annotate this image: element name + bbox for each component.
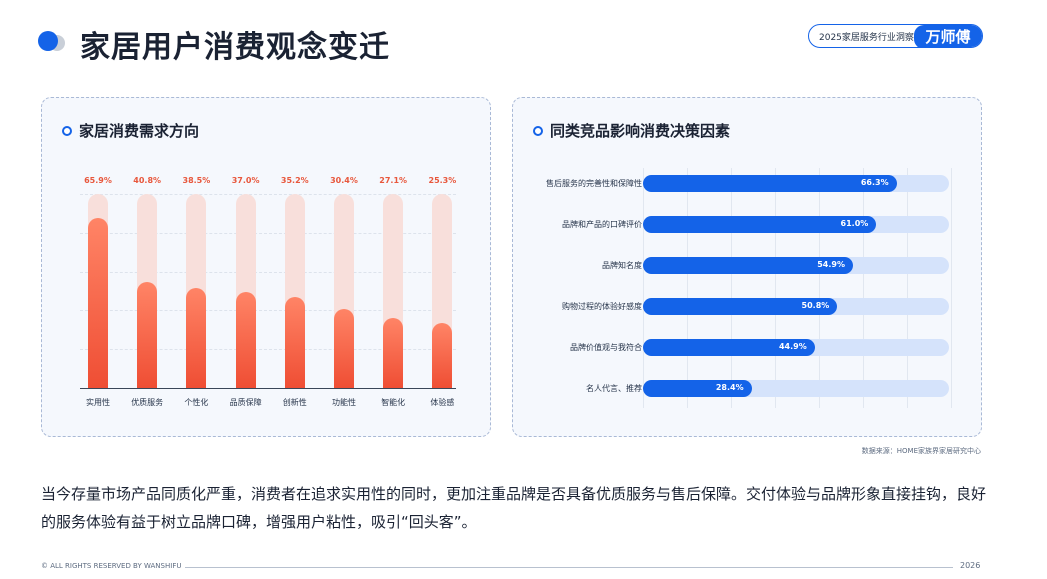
- category-label: 购物过程的体验好感度: [562, 302, 642, 311]
- gridline: [819, 168, 820, 408]
- title-dots-icon: [38, 31, 72, 51]
- bar-value-label: 27.1%: [379, 176, 408, 185]
- category-label: 品牌和产品的口碑评价: [562, 220, 642, 229]
- gridline: [80, 194, 456, 195]
- category-label: 体验感: [430, 398, 455, 407]
- footer-year: 2026: [960, 561, 981, 570]
- gridline: [643, 168, 644, 408]
- bar: [186, 288, 207, 388]
- bar: [235, 292, 256, 388]
- demand-direction-chart: 65.9% 实用性 40.8% 优质服务 38.5% 个性化 37.0% 品质保障 35.2% 创…: [42, 98, 492, 438]
- copyright-text: © ALL RIGHTS RESERVED BY WANSHIFU: [41, 562, 182, 570]
- bar-value-label: 28.4%: [715, 383, 744, 392]
- bar-value-label: 65.9%: [84, 176, 112, 185]
- bar: [88, 217, 108, 388]
- x-axis-line: [80, 388, 456, 389]
- category-label: 名人代言、推荐: [586, 384, 642, 393]
- category-label: 品牌价值观与我符合: [570, 343, 642, 352]
- bar: [334, 309, 354, 388]
- bar: [383, 317, 404, 388]
- gridline: [907, 168, 908, 408]
- source-note: 数据来源：HOME家族界家居研究中心: [861, 447, 981, 455]
- bar: [137, 282, 158, 388]
- bar-value-label: 44.9%: [778, 342, 807, 351]
- footer-divider: [185, 567, 953, 568]
- body-paragraph: 当今存量市场产品同质化严重，消费者在追求实用性的同时，更加注重品牌是否具备优质服…: [41, 485, 987, 531]
- bar-value-label: 61.0%: [840, 219, 869, 228]
- bar: [284, 296, 305, 388]
- bar-value-label: 35.2%: [280, 176, 309, 185]
- bar-value-label: 38.5%: [182, 176, 211, 185]
- bar-value-label: 66.3%: [860, 178, 889, 187]
- bar-value-label: 37.0%: [231, 176, 260, 185]
- bar-value-label: 40.8%: [133, 176, 162, 185]
- bar-value-label: 30.4%: [330, 176, 358, 185]
- demand-direction-panel: 家居消费需求方向 65.9% 实用性 40.8% 优质服务 38.5% 个性化 37.0% 品…: [41, 97, 491, 437]
- decision-factors-panel: 同类竞品影响消费决策因素 售后服务的完善性和保障性 66.3% 品牌和产品的口碑评价…: [512, 97, 982, 437]
- bar-value-label: 50.8%: [801, 301, 830, 310]
- gridline: [863, 168, 864, 408]
- decision-factors-chart: 售后服务的完善性和保障性 66.3% 品牌和产品的口碑评价 61.0% 品牌知名度 54.…: [513, 98, 983, 438]
- brand-logo: 万师傅: [914, 25, 982, 47]
- report-tag: 2025家居服务行业洞察报告 万师傅: [808, 24, 983, 48]
- category-label: 品牌知名度: [602, 261, 642, 270]
- bar: [432, 322, 453, 388]
- gridline: [951, 168, 952, 408]
- gridline: [731, 168, 732, 408]
- gridline: [687, 168, 688, 408]
- bar-value-label: 54.9%: [817, 260, 845, 269]
- page-title: 家居用户消费观念变迁: [80, 30, 390, 65]
- gridline: [775, 168, 776, 408]
- category-label: 售后服务的完善性和保障性: [546, 179, 642, 188]
